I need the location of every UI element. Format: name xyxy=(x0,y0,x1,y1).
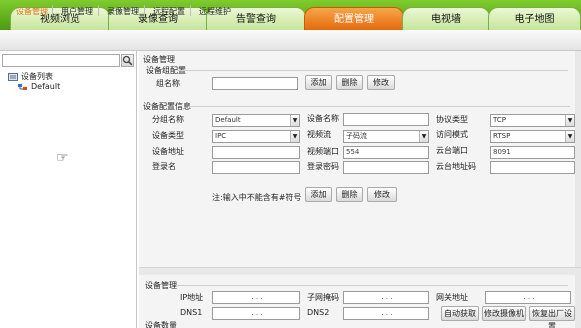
dns1-label: DNS1 xyxy=(180,308,203,317)
device-tree-panel xyxy=(0,51,137,328)
ptz-port-label: 云台端口 xyxy=(436,146,468,155)
submenu-record-manage[interactable]: 录像管理 xyxy=(107,6,139,17)
access-mode-label: 访问模式 xyxy=(436,130,468,139)
tree-root-label: 设备列表 xyxy=(21,72,53,81)
tab-config-manage[interactable]: 配置管理 xyxy=(304,7,404,30)
device-add-button[interactable]: 添加 xyxy=(305,187,332,202)
dropdown-arrow-icon: ▼ xyxy=(565,131,574,142)
submenu-separator xyxy=(98,5,99,16)
group-name-label: 组名称 xyxy=(156,79,180,88)
submenu-remote-maint[interactable]: 远程维护 xyxy=(199,6,231,17)
tree-item-label: Default xyxy=(31,82,61,91)
network-section-title: 设备管理 xyxy=(145,281,177,290)
ptz-addr-input[interactable] xyxy=(490,161,575,174)
dropdown-arrow-icon: ▼ xyxy=(419,131,428,142)
group-icon xyxy=(18,83,27,90)
ip-label: IP地址 xyxy=(180,293,204,302)
video-port-input[interactable]: 554 xyxy=(343,146,429,159)
login-name-label: 登录名 xyxy=(152,162,176,171)
tab-tv-wall[interactable]: 电视墙 xyxy=(402,7,490,30)
group-select-value: Default xyxy=(215,116,241,124)
device-modify-button[interactable]: 修改 xyxy=(367,187,397,202)
network-divider xyxy=(176,285,568,286)
vertical-scrollbar[interactable] xyxy=(575,51,581,328)
device-name-input[interactable] xyxy=(343,113,429,126)
device-delete-button[interactable]: 删除 xyxy=(336,187,363,202)
ip-input[interactable]: . . . xyxy=(212,291,300,304)
device-list-icon xyxy=(8,72,18,81)
subnet-input[interactable]: . . . xyxy=(343,291,429,304)
stream-label: 视频流 xyxy=(307,130,331,139)
sub-menu-bar xyxy=(0,30,581,51)
subnet-label: 子网掩码 xyxy=(307,293,339,302)
submenu-device-manage[interactable]: 设备管理 xyxy=(16,6,48,17)
address-input[interactable] xyxy=(212,146,300,159)
search-icon xyxy=(122,55,133,66)
protocol-select-value: TCP xyxy=(493,116,506,124)
config-info-title: 设备配置信息 xyxy=(143,102,191,111)
dns1-input[interactable]: . . . xyxy=(212,307,300,320)
group-select[interactable]: Default ▼ xyxy=(212,114,300,127)
dropdown-arrow-icon: ▼ xyxy=(290,131,299,142)
dropdown-arrow-icon: ▼ xyxy=(565,115,574,126)
protocol-label: 协议类型 xyxy=(436,115,468,124)
stream-select[interactable]: 子码流 ▼ xyxy=(343,130,429,143)
group-label: 分组名称 xyxy=(152,115,184,124)
group-delete-button[interactable]: 删除 xyxy=(336,75,363,90)
login-pwd-label: 登录密码 xyxy=(307,162,339,171)
submenu-separator xyxy=(144,5,145,16)
tree-root-device-list[interactable]: 设备列表 xyxy=(8,71,53,82)
gateway-label: 网关地址 xyxy=(436,293,468,302)
config-info-divider xyxy=(188,106,570,107)
group-modify-button[interactable]: 修改 xyxy=(367,75,395,90)
group-config-divider xyxy=(178,70,568,71)
group-name-input[interactable] xyxy=(212,77,298,90)
login-pwd-input[interactable] xyxy=(343,161,429,174)
gateway-input[interactable]: . . . xyxy=(485,291,571,304)
section-title: 设备管理 xyxy=(143,55,175,64)
submenu-remote-config[interactable]: 远程配置 xyxy=(153,6,185,17)
device-name-label: 设备名称 xyxy=(307,114,339,123)
ptz-port-input[interactable]: 8091 xyxy=(490,146,575,159)
video-port-label: 视频端口 xyxy=(307,147,339,156)
factory-reset-button[interactable]: 恢复出厂设置 xyxy=(529,306,575,328)
dropdown-arrow-icon: ▼ xyxy=(290,115,299,126)
ptz-addr-label: 云台地址码 xyxy=(436,162,476,171)
device-type-label: 设备类型 xyxy=(152,131,184,140)
tree-search-input[interactable] xyxy=(2,54,120,67)
login-name-input[interactable] xyxy=(212,161,300,174)
auto-get-button[interactable]: 自动获取 xyxy=(441,306,479,321)
tab-emap[interactable]: 电子地图 xyxy=(488,7,581,30)
group-add-button[interactable]: 添加 xyxy=(305,75,332,90)
input-note: 注:输入中不能含有#符号 xyxy=(212,193,302,202)
access-mode-select[interactable]: RTSP ▼ xyxy=(490,130,575,143)
stream-select-value: 子码流 xyxy=(346,132,367,140)
submenu-separator xyxy=(52,5,53,16)
hand-cursor-icon: ☞ xyxy=(56,150,69,166)
horizontal-scrollbar[interactable] xyxy=(139,267,581,275)
device-type-value: IPC xyxy=(215,132,227,140)
protocol-select[interactable]: TCP ▼ xyxy=(490,114,575,127)
address-label: 设备地址 xyxy=(152,147,184,156)
search-button[interactable] xyxy=(121,54,134,67)
submenu-separator xyxy=(190,5,191,16)
device-type-select[interactable]: IPC ▼ xyxy=(212,130,300,143)
dns2-label: DNS2 xyxy=(307,308,330,317)
tree-item-default[interactable]: Default xyxy=(18,82,60,91)
submenu-user-manage[interactable]: 用户管理 xyxy=(61,6,93,17)
modify-camera-button[interactable]: 修改摄像机 xyxy=(482,306,526,321)
access-mode-value: RTSP xyxy=(493,132,511,140)
dns2-input[interactable]: . . . xyxy=(343,307,429,320)
device-count-label: 设备数量 xyxy=(145,321,177,328)
